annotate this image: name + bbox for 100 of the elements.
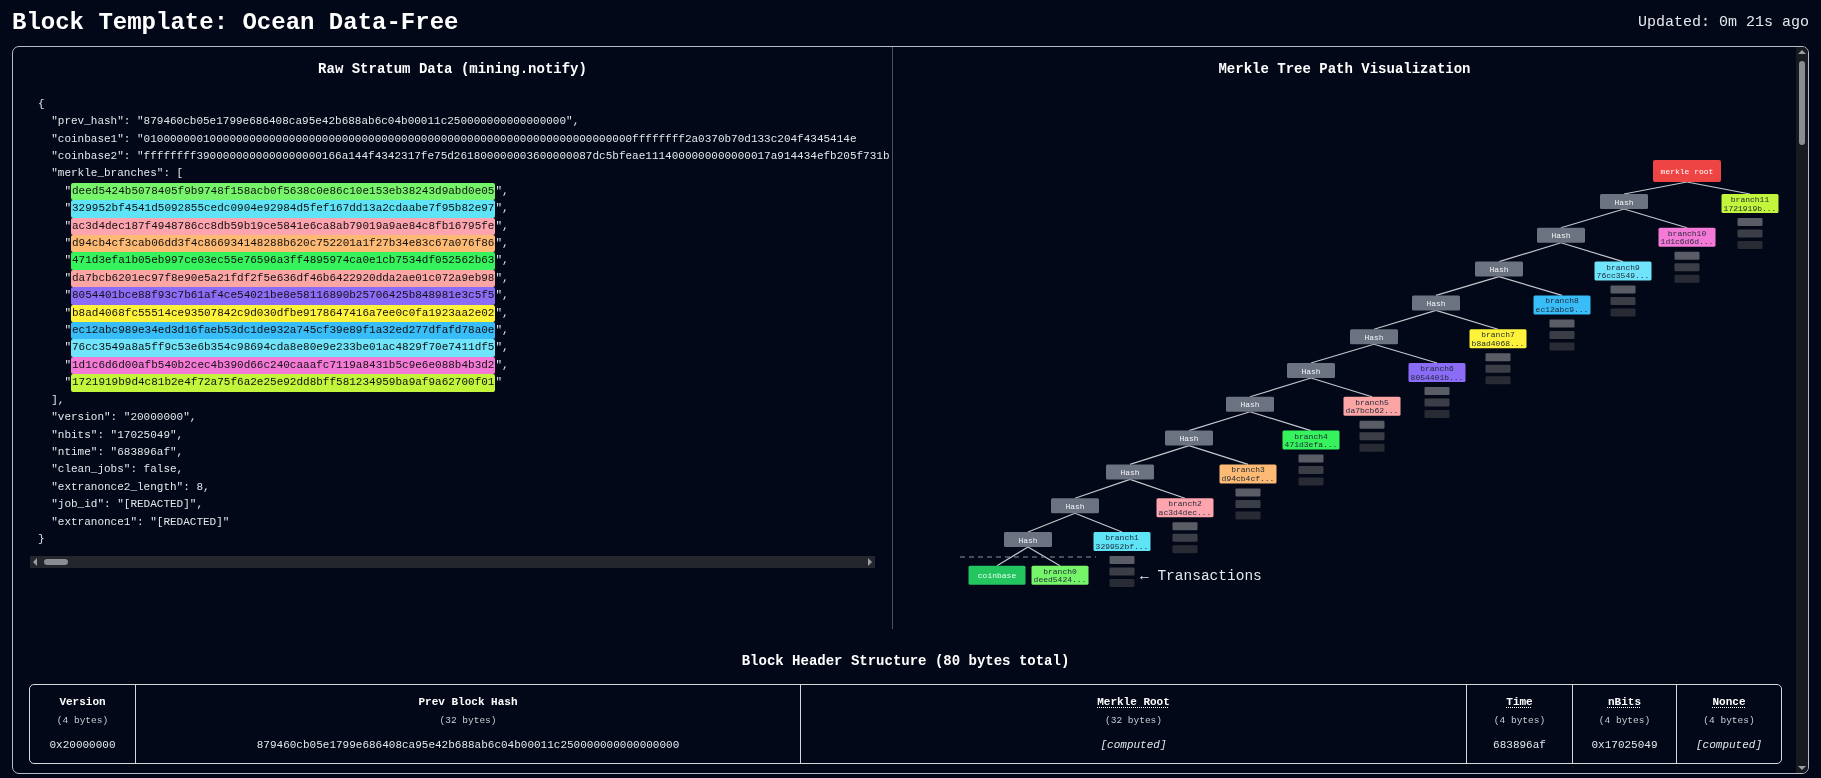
code-punctuation: ", (495, 305, 509, 321)
hash-node: Hash (1165, 430, 1213, 446)
quote-mark: " (64, 323, 71, 339)
quote-mark: " (64, 201, 71, 217)
code-punctuation: ", (495, 236, 509, 252)
tree-edge (1188, 444, 1249, 465)
quote-mark: " (64, 270, 71, 286)
hash-node: Hash (1537, 227, 1585, 243)
code-line: "job_id": "[REDACTED]", (50, 497, 203, 513)
field-size: (4 bytes) (1598, 714, 1651, 729)
code-line: "coinbase1": "01000000010000000000000000000000000000000000000000000000000000000000000000ffffffff2a0370b70d133c204f4345414e (50, 131, 857, 147)
coinbase-node: coinbase (968, 565, 1026, 585)
branch-node: branch3 d94cb4cf... (1219, 464, 1277, 484)
branch-node: branch7 b8ad4068... (1469, 329, 1527, 348)
placeholder-bars (1235, 488, 1261, 520)
placeholder-bars (1549, 319, 1575, 351)
hash-node: Hash (1475, 261, 1523, 277)
branch-node: branch0 deed5424... (1031, 565, 1089, 585)
branch-node: branch5 da7bcb62... (1343, 396, 1401, 416)
tree-edge (996, 546, 1029, 567)
code-punctuation: ", (495, 201, 509, 217)
branch-hash: d94cb4cf3cab06dd3f4c866934148288b620c752201a1f27b34e83c67a076f86 (71, 235, 496, 253)
code-line: ], (50, 392, 65, 408)
tree-edge (1623, 181, 1688, 195)
field-value: 0x17025049 (1591, 737, 1658, 753)
quote-mark: " (64, 183, 71, 199)
tree-edge (1129, 478, 1186, 499)
tree-edge (1498, 242, 1562, 262)
branch-hash: deed5424b5078405f9b9748f158acb0f5638c0e86c10e153eb38243d9abd0e05 (71, 182, 496, 201)
field-name: Time (1506, 694, 1533, 710)
field-value: 683896af (1493, 737, 1546, 753)
tree-edge (1373, 343, 1438, 364)
tree-edge (1373, 309, 1437, 330)
code-punctuation: ", (495, 183, 509, 199)
field-name: Merkle Root (1097, 694, 1170, 710)
hash-node: Hash (1106, 464, 1154, 480)
tree-edge (1435, 309, 1499, 330)
tree-edge (1560, 208, 1625, 229)
placeholder-bars (1737, 217, 1763, 249)
code-punctuation: ", (495, 323, 509, 339)
field-size: (32 bytes) (439, 714, 497, 729)
tree-edge (1249, 377, 1312, 398)
code-punctuation: " (495, 375, 503, 391)
code-line: "extranonce1": "[REDACTED]" (50, 514, 230, 530)
placeholder-bars (1109, 555, 1135, 587)
tree-edge (1188, 411, 1251, 431)
hash-node: Hash (1287, 362, 1335, 378)
code-line: "clean_jobs": false, (50, 462, 184, 478)
code-line: "nbits": "17025049", (50, 427, 184, 443)
field-value: [computed] (1696, 737, 1762, 753)
quote-mark: " (64, 340, 71, 356)
transactions-label: ← Transactions (1140, 567, 1262, 584)
code-punctuation: ", (495, 357, 509, 373)
code-punctuation: ", (495, 288, 509, 304)
tree-edge (1435, 275, 1500, 296)
section-title: Block Header Structure (80 bytes total) (740, 653, 1071, 670)
field-size: (32 bytes) (1105, 714, 1162, 729)
code-line: "extranonce2_length": 8, (50, 479, 210, 495)
tree-edge (1686, 181, 1751, 195)
tree-edge (1498, 275, 1563, 296)
branch-node: branch1 329952bf... (1093, 531, 1151, 551)
field-value: [computed] (1100, 737, 1167, 753)
tree-edge (1027, 512, 1076, 533)
branch-node: branch2 ac3d4dec... (1156, 498, 1214, 517)
branch-node: branch11 1721919b... (1721, 193, 1779, 213)
hash-node: Hash (1226, 396, 1274, 412)
field-size: (4 bytes) (56, 714, 109, 729)
branch-hash: 471d3efa1b05eb997ce03ec55e76596a3ff4895974ca0e1cb7534df052562b63 (71, 252, 496, 270)
branch-hash: 1721919b9d4c81b2e4f72a75f6a2e25e92dd8bff581234959ba9af9a62700f01 (71, 374, 496, 392)
field-value: 879460cb05e1799e686408ca95e42b688ab6c04b00011c250000000000000000 (256, 737, 680, 753)
vertical-scrollbar[interactable] (1796, 47, 1808, 773)
code-line: } (38, 531, 45, 547)
code-punctuation: ", (495, 253, 509, 269)
hash-node: Hash (1412, 295, 1460, 311)
hash-node: Hash (1004, 531, 1052, 547)
quote-mark: " (64, 236, 71, 252)
field-name: nBits (1608, 694, 1641, 710)
branch-node: branch4 471d3efa... (1282, 430, 1340, 450)
code-punctuation: ", (495, 218, 509, 234)
tree-edge (1310, 377, 1373, 398)
quote-mark: " (64, 288, 71, 304)
branch-hash: 76cc3549a8a5ff9c53e6b354c98694cda8e80e9e233be01ac4829f70e7411df5 (71, 339, 496, 357)
placeholder-bars (1298, 454, 1324, 486)
horizontal-scrollbar[interactable] (30, 555, 875, 568)
section-title: Merkle Tree Path Visualization (1217, 61, 1472, 78)
code-line: "ntime": "683896af", (50, 444, 184, 460)
hash-node: Hash (1350, 329, 1398, 344)
page-title: Block Template: Ocean Data-Free (12, 8, 459, 38)
quote-mark: " (64, 253, 71, 269)
branch-hash: 329952bf4541d5092855cedc0904e92984d5fef167dd13a2cdaabe7f95b82e97 (71, 200, 496, 218)
field-name: Prev Block Hash (418, 694, 518, 710)
branch-hash: ec12abc989e34ed3d16faeb53dc1de932a745cf39e89f1a32ed277dfafd78a0e (71, 322, 496, 340)
code-punctuation: ", (495, 340, 509, 356)
field-name: Nonce (1712, 694, 1746, 710)
tree-edge (1249, 411, 1312, 431)
field-size: (4 bytes) (1493, 714, 1546, 729)
code-line: "prev_hash": "879460cb05e1799e686408ca95e42b688ab6c04b00011c250000000000000000", (50, 114, 580, 130)
code-punctuation: ", (495, 270, 509, 286)
tree-edge (1310, 343, 1375, 364)
field-value: 0x20000000 (49, 737, 116, 753)
